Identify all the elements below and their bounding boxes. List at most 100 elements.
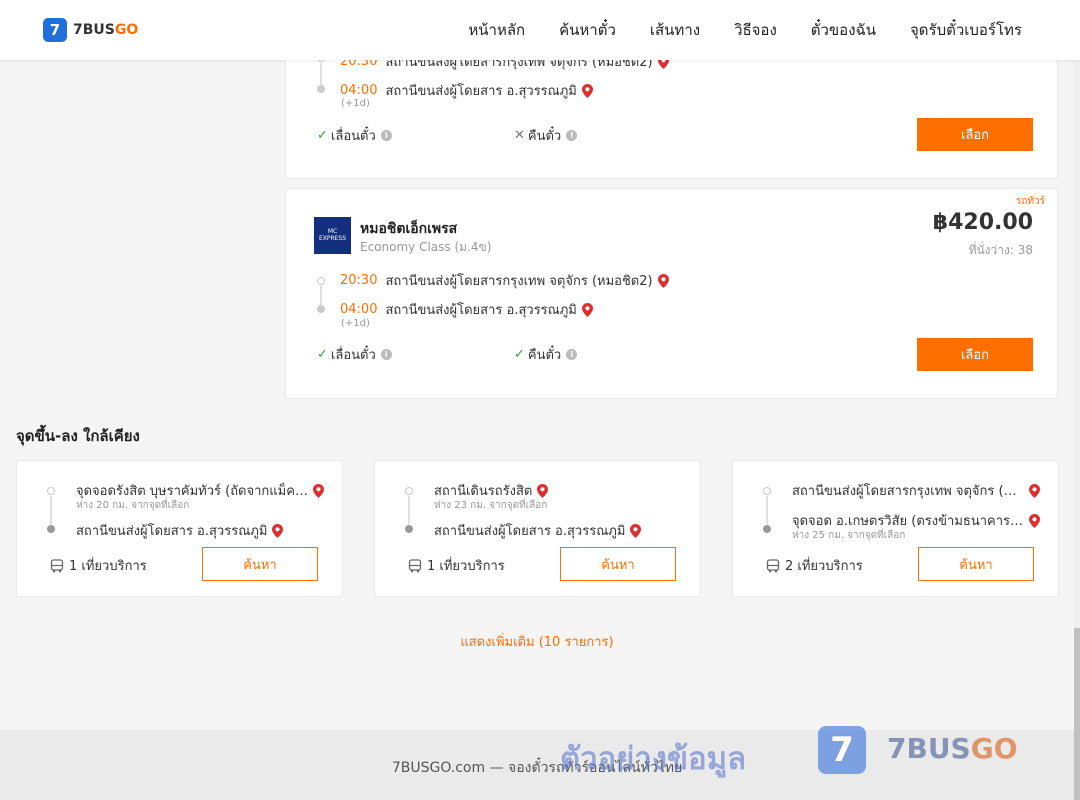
nav-how-to-book[interactable]: วิธีจอง	[734, 18, 777, 42]
nearby-section-title: จุดขึ้น-ลง ใกล้เคียง	[16, 427, 140, 445]
timeline-end-dot	[47, 525, 55, 533]
logo-mark-icon: 7	[43, 18, 67, 42]
map-pin-icon[interactable]	[630, 523, 642, 538]
nearby-from-stop: สถานีขนส่งผู้โดยสารกรุงเทพ จตุจักร (หมอช…	[792, 480, 1040, 501]
arrival-station: สถานีขนส่งผู้โดยสาร อ.สุวรรณภูมิ	[385, 303, 577, 318]
page-scrollbar[interactable]	[1074, 0, 1080, 800]
nearby-from-distance: ห่าง 20 กม. จากจุดที่เลือก	[76, 500, 190, 511]
info-icon[interactable]: i	[566, 130, 578, 141]
info-icon[interactable]: i	[380, 130, 392, 141]
map-pin-icon[interactable]	[272, 523, 284, 538]
nearby-to-stop: สถานีขนส่งผู้โดยสาร อ.สุวรรณภูมิ	[434, 520, 642, 541]
arrival-stop: 04:00 สถานีขนส่งผู้โดยสาร อ.สุวรรณภูมิ	[340, 299, 593, 320]
refund-ticket-label: คืนตั๋ว	[527, 348, 562, 363]
map-pin-icon[interactable]	[1029, 483, 1040, 498]
nearby-to-station: สถานีขนส่งผู้โดยสาร อ.สุวรรณภูมิ	[76, 524, 268, 539]
nav-routes[interactable]: เส้นทาง	[650, 18, 700, 42]
trip-count-label: 2 เที่ยวบริการ	[785, 559, 863, 574]
map-pin-icon[interactable]	[537, 483, 549, 498]
info-icon[interactable]: i	[380, 349, 392, 360]
nav-home[interactable]: หน้าหลัก	[468, 18, 525, 42]
scrollbar-thumb[interactable]	[1074, 628, 1080, 800]
refund-ticket-policy: ✕ คืนตั๋ว i	[514, 125, 578, 146]
next-day-indicator: (+1d)	[341, 98, 370, 109]
nearby-to-distance: ห่าง 25 กม. จากจุดที่เลือก	[792, 530, 906, 541]
refund-ticket-policy: ✓ คืนตั๋ว i	[514, 344, 578, 365]
arrival-time: 04:00	[340, 302, 378, 317]
seats-available: ที่นั่งว่าง: 38	[968, 243, 1033, 257]
check-icon: ✓	[514, 347, 525, 362]
timeline-line	[50, 496, 52, 524]
timeline-end-dot	[405, 525, 413, 533]
watermark-logo-icon: 7	[818, 726, 866, 774]
departure-time: 20:30	[340, 273, 378, 288]
nav-my-tickets[interactable]: ตั๋วของฉัน	[811, 18, 876, 42]
trip-count: 2 เที่ยวบริการ	[766, 555, 863, 576]
nearby-card: จุดจอดรังสิต บุษราคัมทัวร์ (ถัดจากแม็คโค…	[16, 460, 343, 597]
select-trip-button[interactable]: เลือก	[917, 338, 1033, 371]
nearby-search-button[interactable]: ค้นหา	[560, 547, 676, 581]
timeline-end-dot	[317, 85, 325, 93]
nav-search-ticket[interactable]: ค้นหาตั๋ว	[559, 18, 616, 42]
timeline-end-dot	[763, 525, 771, 533]
nearby-from-distance: ห่าง 23 กม. จากจุดที่เลือก	[434, 500, 548, 511]
main-nav: หน้าหลัก ค้นหาตั๋ว เส้นทาง วิธีจอง ตั๋วข…	[434, 0, 1022, 60]
bus-icon	[408, 558, 422, 572]
trip-count-label: 1 เที่ยวบริการ	[69, 559, 147, 574]
map-pin-icon[interactable]	[657, 273, 669, 288]
trip-count: 1 เที่ยวบริการ	[408, 555, 505, 576]
timeline-end-dot	[317, 305, 325, 313]
check-icon: ✓	[317, 347, 328, 362]
nearby-search-button[interactable]: ค้นหา	[202, 547, 318, 581]
nearby-from-station: สถานีขนส่งผู้โดยสารกรุงเทพ จตุจักร (หมอช…	[792, 484, 1024, 499]
nearby-card: สถานีเดินรถรังสิต ห่าง 23 กม. จากจุดที่เ…	[374, 460, 701, 597]
operator-name: หมอชิตเอ็กเพรส	[360, 221, 458, 237]
timeline-line	[320, 63, 322, 85]
departure-station: สถานีขนส่งผู้โดยสารกรุงเทพ จตุจักร (หมอช…	[385, 274, 653, 289]
timeline-line	[766, 496, 768, 524]
watermark-brand: 7BUSGO	[887, 732, 1018, 765]
nearby-to-station: สถานีขนส่งผู้โดยสาร อ.สุวรรณภูมิ	[434, 524, 626, 539]
bus-icon	[766, 558, 780, 572]
logo-text: 7BUSGO	[73, 22, 138, 38]
change-ticket-label: เลื่อนตั๋ว	[330, 129, 376, 144]
info-icon[interactable]: i	[566, 349, 578, 360]
timeline-start-dot	[405, 487, 413, 495]
cross-icon: ✕	[514, 128, 525, 143]
select-trip-button[interactable]: เลือก	[917, 118, 1033, 151]
arrival-station: สถานีขนส่งผู้โดยสาร อ.สุวรรณภูมิ	[385, 84, 577, 99]
logo-text-accent: GO	[114, 22, 139, 38]
map-pin-icon[interactable]	[581, 83, 593, 98]
watermark-text: ตัวอย่างข้อมูล	[560, 741, 747, 777]
map-pin-icon[interactable]	[1029, 513, 1040, 528]
departure-stop: 20:30 สถานีขนส่งผู้โดยสารกรุงเทพ จตุจักร…	[340, 270, 669, 291]
timeline-line	[408, 496, 410, 524]
next-day-indicator: (+1d)	[341, 318, 370, 329]
site-logo[interactable]: 7 7BUSGO	[43, 18, 138, 42]
timeline-start-dot	[317, 277, 325, 285]
nearby-search-button[interactable]: ค้นหา	[918, 547, 1034, 581]
seat-class: Economy Class (ม.4ข)	[360, 240, 492, 254]
map-pin-icon[interactable]	[313, 483, 324, 498]
check-icon: ✓	[317, 128, 328, 143]
arrival-time: 04:00	[340, 83, 378, 98]
nearby-card: สถานีขนส่งผู้โดยสารกรุงเทพ จตุจักร (หมอช…	[732, 460, 1059, 597]
map-pin-icon[interactable]	[581, 302, 593, 317]
timeline-line	[320, 286, 322, 307]
change-ticket-label: เลื่อนตั๋ว	[330, 348, 376, 363]
arrival-stop: 04:00 สถานีขนส่งผู้โดยสาร อ.สุวรรณภูมิ	[340, 80, 593, 101]
nav-pickup-points[interactable]: จุดรับตั๋วเบอร์โทร	[910, 18, 1022, 42]
show-more-link[interactable]: แสดงเพิ่มเติม (10 รายการ)	[0, 631, 1074, 652]
operator-logo: MC EXPRESS	[314, 217, 351, 254]
logo-text-main: 7BUS	[73, 22, 115, 38]
trip-card: รถทัวร์ MC EXPRESS หมอชิตเอ็กเพรส Econom…	[285, 188, 1058, 399]
watermark-brand-accent: GO	[970, 732, 1018, 765]
nearby-to-stop: สถานีขนส่งผู้โดยสาร อ.สุวรรณภูมิ	[76, 520, 284, 541]
ticket-price: ฿420.00	[932, 210, 1033, 235]
site-header: 7 7BUSGO หน้าหลัก ค้นหาตั๋ว เส้นทาง วิธี…	[0, 0, 1080, 60]
bus-type-tag: รถทัวร์	[1015, 196, 1045, 207]
watermark-brand-main: 7BUS	[887, 732, 971, 765]
change-ticket-policy: ✓ เลื่อนตั๋ว i	[317, 344, 392, 365]
bus-icon	[50, 558, 64, 572]
trip-count-label: 1 เที่ยวบริการ	[427, 559, 505, 574]
